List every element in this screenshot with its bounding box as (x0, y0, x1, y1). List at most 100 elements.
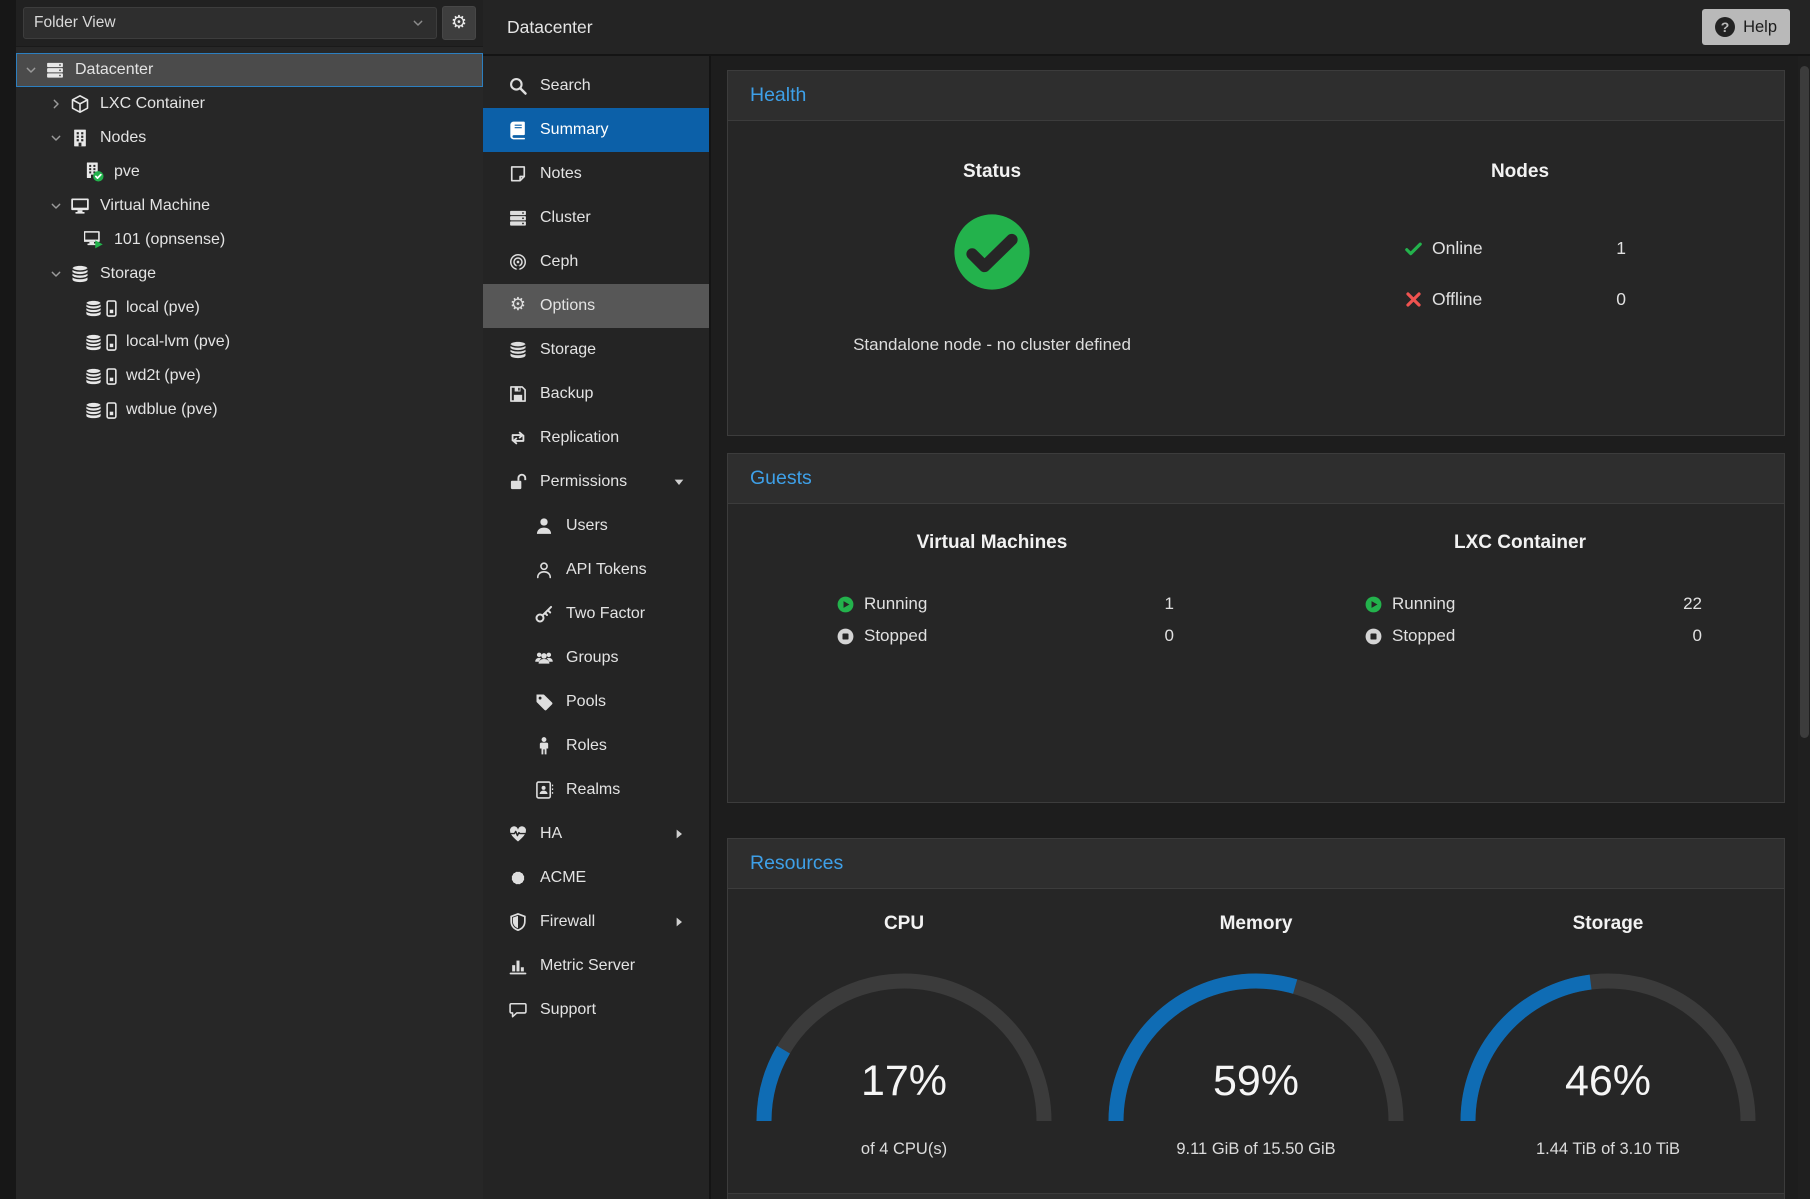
tree-item-nodes[interactable]: Nodes (16, 121, 483, 155)
online-value: 1 (1616, 238, 1626, 259)
tree-item-storage[interactable]: Storage (16, 257, 483, 291)
chevron-right-icon[interactable] (48, 96, 64, 112)
datacenter-menu: Search Summary Notes Cluster Ceph ⚙ Opti… (483, 56, 711, 1199)
menu-item-firewall[interactable]: Firewall (483, 900, 709, 944)
chevron-down-icon[interactable] (48, 198, 64, 214)
tree-item-storage-local[interactable]: local (pve) (16, 291, 483, 325)
menu-item-two-factor[interactable]: Two Factor (483, 592, 709, 636)
guests-vm-column: Virtual Machines Running 1 Stopped 0 (728, 504, 1256, 852)
menu-item-cluster[interactable]: Cluster (483, 196, 709, 240)
menu-item-realms[interactable]: Realms (483, 768, 709, 812)
user-outline-icon (534, 560, 554, 580)
menu-item-support[interactable]: Support (483, 988, 709, 1032)
cpu-percent: 17% (728, 1057, 1080, 1106)
vm-running-row: Running 1 (836, 590, 1174, 618)
note-icon (508, 164, 528, 184)
nodes-heading: Nodes (1256, 161, 1784, 183)
status-heading: Status (728, 161, 1256, 183)
shield-icon (508, 912, 528, 932)
book-icon (508, 120, 528, 140)
menu-item-pools[interactable]: Pools (483, 680, 709, 724)
memory-gauge-arc (1106, 971, 1406, 1131)
stopped-label: Stopped (1392, 626, 1455, 646)
tree-item-virtual-machine[interactable]: Virtual Machine (16, 189, 483, 223)
resources-panel: Resources CPU 17% of 4 CPU(s) Memory 59% (727, 838, 1785, 1199)
menu-item-users[interactable]: Users (483, 504, 709, 548)
scrollbar-thumb[interactable] (1800, 66, 1809, 738)
tree-toolbar: Folder View ⚙ (16, 0, 483, 47)
chevron-down-icon[interactable] (23, 62, 39, 78)
guests-lxc-column: LXC Container Running 22 Stopped 0 (1256, 504, 1784, 852)
menu-item-acme[interactable]: ACME (483, 856, 709, 900)
menu-item-label: API Tokens (566, 561, 647, 579)
chevron-down-icon (410, 15, 426, 31)
nodes-offline-row: Offline 0 (1404, 284, 1626, 314)
menu-item-api-tokens[interactable]: API Tokens (483, 548, 709, 592)
status-ok-icon (951, 211, 1033, 293)
chevron-down-icon[interactable] (48, 266, 64, 282)
tree-item-lxc-container[interactable]: LXC Container (16, 87, 483, 121)
help-button[interactable]: ? Help (1702, 9, 1790, 45)
vertical-scrollbar[interactable] (1798, 56, 1810, 1199)
key-icon (534, 604, 554, 624)
menu-item-permissions[interactable]: Permissions (483, 460, 709, 504)
menu-item-label: Groups (566, 649, 618, 667)
menu-item-label: Permissions (540, 473, 627, 491)
tree-item-datacenter[interactable]: Datacenter (16, 53, 483, 87)
content-header: Datacenter ? Help (483, 0, 1810, 56)
lxc-running-row: Running 22 (1364, 590, 1702, 618)
menu-item-label: Cluster (540, 209, 591, 227)
server-icon (508, 208, 528, 228)
menu-item-replication[interactable]: Replication (483, 416, 709, 460)
menu-item-roles[interactable]: Roles (483, 724, 709, 768)
menu-item-notes[interactable]: Notes (483, 152, 709, 196)
chevron-down-icon[interactable] (48, 130, 64, 146)
memory-detail: 9.11 GiB of 15.50 GiB (1080, 1140, 1432, 1159)
resources-panel-title: Resources (750, 852, 843, 875)
menu-item-summary[interactable]: Summary (483, 108, 709, 152)
caret-right-icon (671, 826, 687, 842)
running-label: Running (864, 594, 927, 614)
database-icon (508, 340, 528, 360)
guests-panel: Guests Virtual Machines Running 1 Stoppe… (727, 453, 1785, 803)
summary-content: Health Status Standalone node - no clust… (711, 56, 1810, 1199)
tree-item-label: LXC Container (100, 95, 205, 113)
window-edge (0, 0, 16, 1199)
menu-item-search[interactable]: Search (483, 64, 709, 108)
menu-item-label: Two Factor (566, 605, 645, 623)
menu-item-ceph[interactable]: Ceph (483, 240, 709, 284)
desktop-icon (70, 196, 90, 216)
menu-item-label: Options (540, 297, 595, 315)
drive-icon (105, 367, 118, 386)
cpu-gauge: CPU 17% of 4 CPU(s) (728, 889, 1080, 1199)
check-icon (1404, 239, 1423, 258)
storage-percent: 46% (1432, 1057, 1784, 1106)
address-book-icon (534, 780, 554, 800)
menu-item-storage[interactable]: Storage (483, 328, 709, 372)
tree-item-storage-wdblue[interactable]: wdblue (pve) (16, 393, 483, 427)
tree-item-label: Storage (100, 265, 156, 283)
person-icon (534, 736, 554, 756)
menu-item-ha[interactable]: HA (483, 812, 709, 856)
nodes-online-row: Online 1 (1404, 233, 1626, 263)
vm-heading: Virtual Machines (728, 532, 1256, 554)
menu-item-label: Roles (566, 737, 607, 755)
tree-item-storage-wd2t[interactable]: wd2t (pve) (16, 359, 483, 393)
tree-item-vm-101[interactable]: 101 (opnsense) (16, 223, 483, 257)
tree-item-pve[interactable]: pve (16, 155, 483, 189)
cpu-heading: CPU (728, 913, 1080, 935)
tree-item-storage-local-lvm[interactable]: local-lvm (pve) (16, 325, 483, 359)
memory-heading: Memory (1080, 913, 1432, 935)
menu-item-backup[interactable]: Backup (483, 372, 709, 416)
search-icon (508, 76, 528, 96)
tree-settings-button[interactable]: ⚙ (442, 6, 476, 40)
view-selector-value: Folder View (34, 14, 116, 32)
menu-item-metric-server[interactable]: Metric Server (483, 944, 709, 988)
tree-item-label: 101 (opnsense) (114, 231, 225, 249)
menu-item-label: Pools (566, 693, 606, 711)
caret-right-icon (671, 914, 687, 930)
menu-item-groups[interactable]: Groups (483, 636, 709, 680)
menu-item-options[interactable]: ⚙ Options (483, 284, 709, 328)
view-selector[interactable]: Folder View (23, 7, 437, 39)
tree-item-label: Nodes (100, 129, 146, 147)
